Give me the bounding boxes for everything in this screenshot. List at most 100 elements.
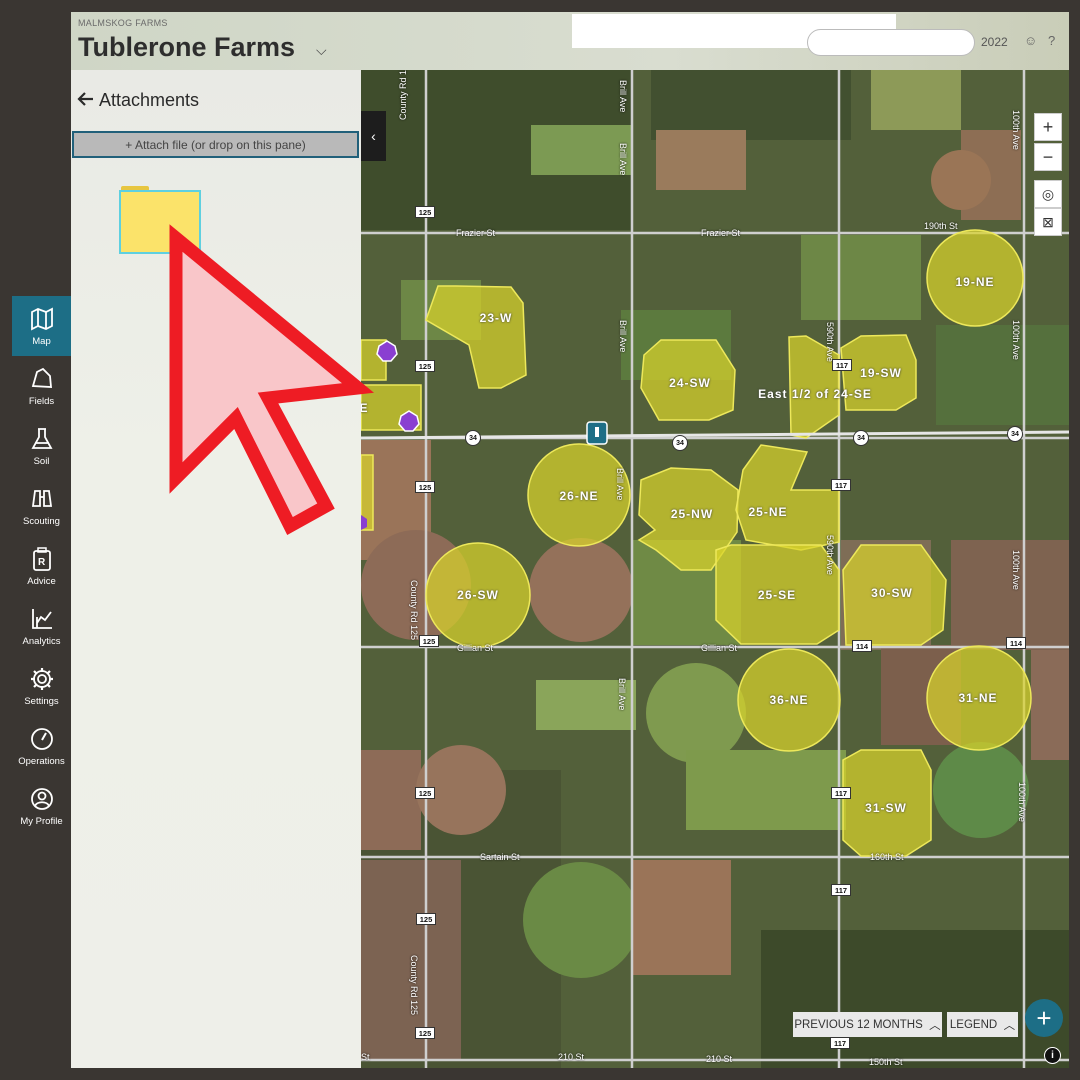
nav-settings[interactable]: Settings [12, 656, 71, 716]
nav-soil[interactable]: Soil [12, 416, 71, 476]
route-shield: 117 [831, 479, 851, 491]
zoom-out-button[interactable]: − [1034, 143, 1062, 171]
field-label[interactable]: 25-NE [748, 505, 787, 519]
field-label[interactable]: 23-W [480, 311, 513, 325]
nav-fields[interactable]: Fields [12, 356, 71, 416]
field-label[interactable]: 25-SE [758, 588, 796, 602]
road-label: Frazier St [701, 228, 741, 238]
legend-button[interactable]: LEGEND ︿ [947, 1012, 1018, 1037]
field-label[interactable]: E [361, 401, 369, 415]
gauge-icon [30, 727, 53, 750]
attach-file-button[interactable]: + Attach file (or drop on this pane) [72, 131, 359, 158]
nav-map[interactable]: Map [12, 296, 71, 356]
collapse-pane-button[interactable]: ‹ [361, 111, 386, 161]
nav-scouting[interactable]: Scouting [12, 476, 71, 536]
route-shield: 125 [415, 206, 435, 218]
road-label: 590th Ave [825, 322, 835, 362]
nav-my-profile[interactable]: My Profile [12, 776, 71, 836]
folder-icon[interactable] [119, 190, 201, 254]
road-label: 100th Ave [1017, 782, 1027, 822]
map-view[interactable]: 23-W 24-SW East 1/2 of 24-SE 19-SW 19-NE… [361, 70, 1069, 1068]
road-label: 590th Ave [825, 535, 835, 575]
previous-12-months-label: PREVIOUS 12 MONTHS [794, 1018, 923, 1031]
pane-title: Attachments [99, 90, 200, 110]
nav-label-my-profile: My Profile [20, 815, 63, 827]
highway-shield: 34 [465, 430, 481, 446]
road-label: St [361, 1052, 370, 1062]
road-label: Frazier St [456, 228, 496, 238]
add-button[interactable]: + [1025, 999, 1063, 1037]
org-name: MALMSKOG FARMS [78, 18, 168, 28]
farm-title[interactable]: Tublerone Farms [78, 32, 295, 63]
nav-label-fields: Fields [28, 395, 55, 407]
help-icon[interactable]: ? [1048, 33, 1055, 48]
search-input[interactable] [807, 29, 975, 56]
route-shield: 117 [830, 1037, 850, 1049]
svg-text:R: R [38, 557, 46, 568]
field-label[interactable]: 24-SW [669, 376, 711, 390]
nav-analytics[interactable]: Analytics [12, 596, 71, 656]
back-arrow-icon[interactable] [77, 90, 95, 113]
feedback-icon[interactable]: ☺ [1024, 33, 1037, 48]
nav-label-advice: Advice [27, 575, 56, 587]
route-shield: 125 [415, 481, 435, 493]
nav-label-settings: Settings [24, 695, 59, 707]
route-shield: 117 [831, 787, 851, 799]
field-label[interactable]: 19-SW [860, 366, 902, 380]
farm-dropdown-caret-icon[interactable]: ⌵ [316, 42, 327, 59]
chevron-up-icon: ︿ [929, 1019, 941, 1032]
app-frame: Map Fields Soil Scouting R Advice Analyt… [0, 0, 1080, 1080]
road-label: County Rd 125 [398, 70, 408, 120]
road-label: Gillian St [457, 643, 494, 653]
chart-icon [31, 608, 52, 629]
route-shield: 114 [1006, 637, 1026, 649]
field-label[interactable]: 26-NE [559, 489, 598, 503]
attachments-pane[interactable]: Attachments + Attach file (or drop on th… [71, 70, 361, 1068]
route-shield: 125 [415, 360, 435, 372]
road-label: 210 St [706, 1054, 733, 1064]
binoculars-icon [31, 489, 52, 507]
field-label[interactable]: 30-SW [871, 586, 913, 600]
route-shield: 117 [831, 884, 851, 896]
road-label: 100th Ave [1011, 320, 1021, 360]
user-icon [30, 787, 53, 810]
road-label: Brill Ave [615, 468, 625, 501]
nav-operations[interactable]: Operations [12, 716, 71, 776]
field-label[interactable]: 31-NE [958, 691, 997, 705]
road-label: 210 St [558, 1052, 585, 1062]
gear-icon [30, 667, 53, 690]
field-label[interactable]: 31-SW [865, 801, 907, 815]
map-icon [30, 307, 53, 330]
road-label: County Rd 125 [409, 955, 419, 1016]
route-shield: 125 [416, 913, 436, 925]
field-label[interactable]: 25-NW [671, 507, 713, 521]
nav-label-soil: Soil [33, 455, 50, 467]
highway-shield: 34 [672, 435, 688, 451]
road-label: Sartain St [480, 852, 520, 862]
field-label[interactable]: East 1/2 of 24-SE [758, 387, 872, 401]
field-label[interactable]: 36-NE [769, 693, 808, 707]
road-label: 150th St [869, 1057, 903, 1067]
previous-12-months-button[interactable]: PREVIOUS 12 MONTHS ︿ [793, 1012, 942, 1037]
layers-icon[interactable]: ⊠ [1034, 208, 1062, 236]
chevron-up-icon: ︿ [1003, 1019, 1016, 1032]
road-label: Brill Ave [617, 678, 627, 711]
nav-label-map: Map [32, 335, 51, 347]
nav-advice[interactable]: R Advice [12, 536, 71, 596]
year-selector[interactable]: 2022 [981, 35, 1008, 49]
road-label: 100th Ave [1011, 550, 1021, 590]
road-label: 100th Ave [1011, 110, 1021, 150]
legend-label: LEGEND [949, 1018, 998, 1031]
field-label[interactable]: 26-SW [457, 588, 499, 602]
flask-icon [30, 427, 53, 449]
road-label: Brill Ave [618, 80, 628, 113]
route-shield: 125 [415, 787, 435, 799]
route-shield: 114 [852, 640, 872, 652]
locate-icon[interactable]: ◎ [1034, 180, 1062, 208]
satellite-imagery [361, 70, 1069, 1068]
zoom-in-button[interactable]: + [1034, 113, 1062, 141]
info-icon[interactable]: i [1044, 1047, 1061, 1064]
prescription-icon: R [32, 546, 51, 571]
highway-shield: 34 [1007, 426, 1023, 442]
field-label[interactable]: 19-NE [955, 275, 994, 289]
